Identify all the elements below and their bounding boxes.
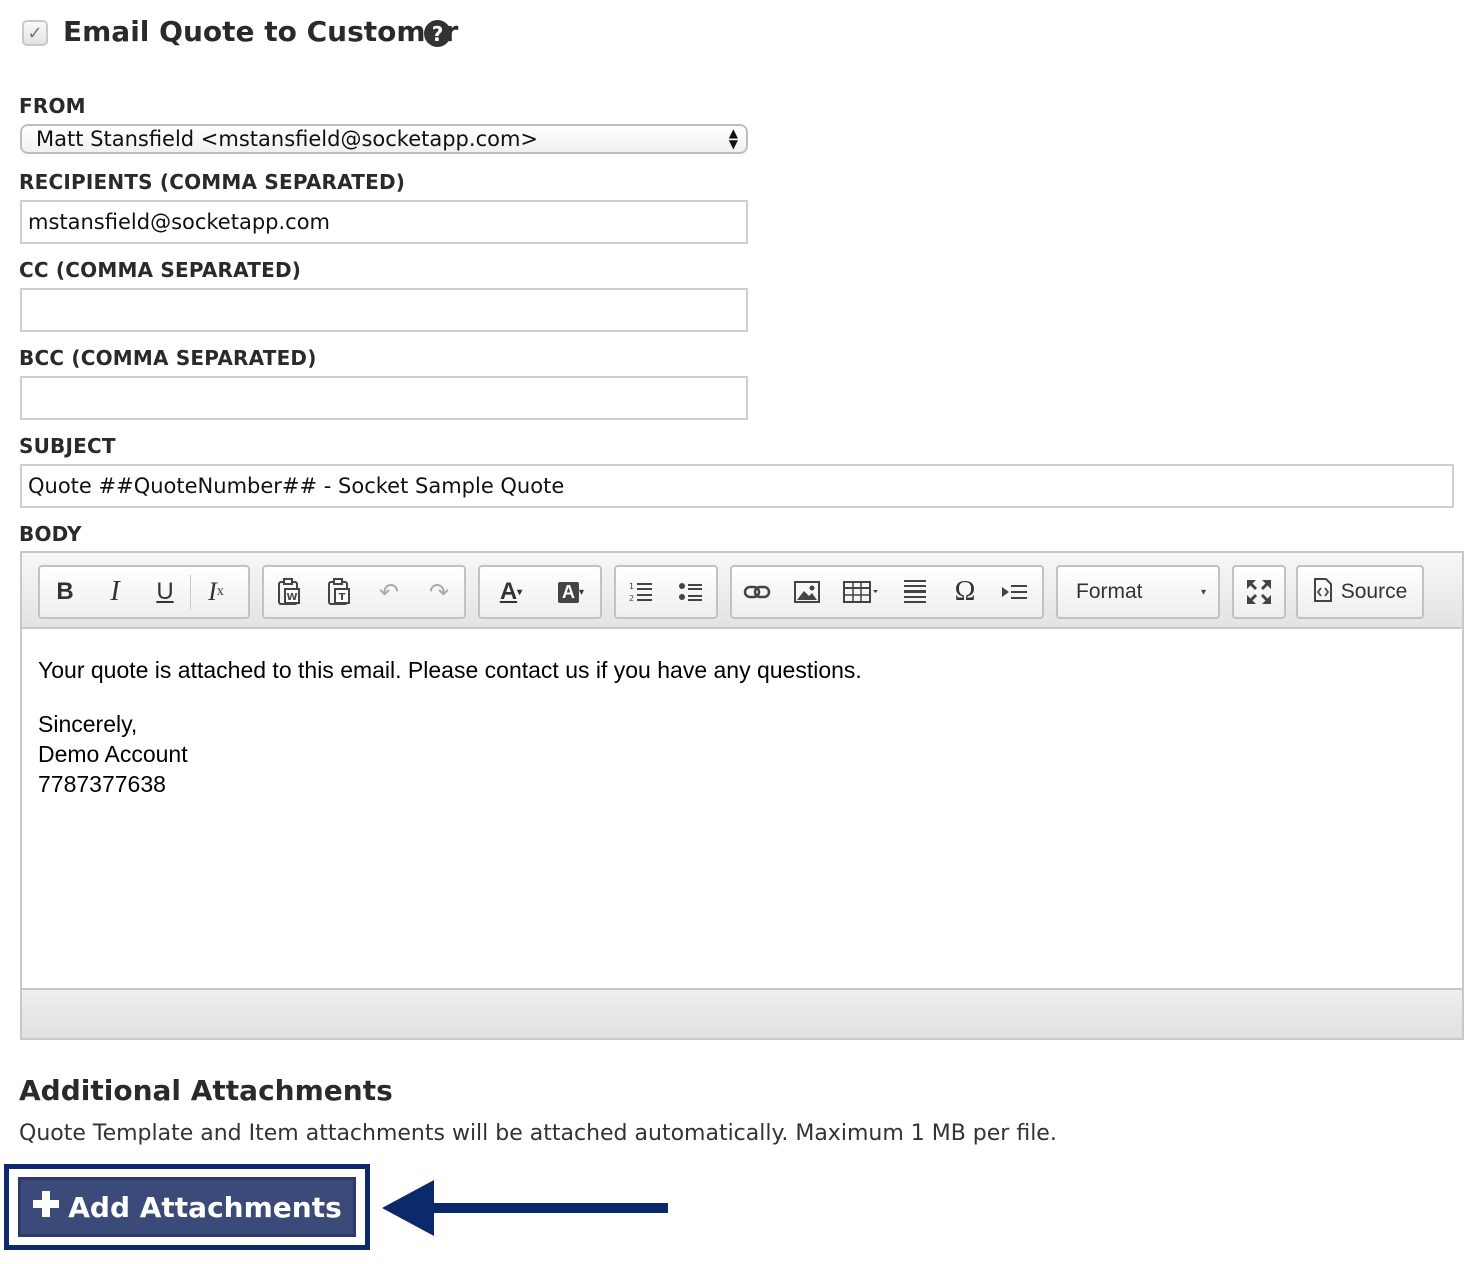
- body-label: BODY: [19, 522, 82, 546]
- svg-text:1: 1: [629, 582, 634, 591]
- select-arrows-icon: ▲ ▼: [728, 126, 738, 151]
- underline-icon[interactable]: U: [140, 567, 190, 617]
- attachments-title: Additional Attachments: [19, 1074, 393, 1107]
- editor-toolbar: B I U Ix W T ↶ ↷ A ▾ A ▾ 12 Ω Format ▾ S…: [22, 553, 1462, 629]
- cc-input[interactable]: [20, 288, 748, 332]
- text-color-icon[interactable]: A ▾: [480, 567, 542, 617]
- undo-icon[interactable]: ↶: [364, 567, 414, 617]
- remove-format-icon[interactable]: Ix: [191, 567, 241, 617]
- svg-text:T: T: [339, 592, 346, 603]
- background-color-icon[interactable]: A ▾: [542, 567, 600, 617]
- source-button-label: Source: [1340, 580, 1408, 603]
- source-button[interactable]: Source: [1296, 565, 1424, 619]
- rich-text-editor: B I U Ix W T ↶ ↷ A ▾ A ▾ 12 Ω Format ▾ S…: [20, 551, 1464, 1040]
- recipients-label: RECIPIENTS (COMMA SEPARATED): [19, 170, 406, 194]
- bulleted-list-icon[interactable]: [666, 567, 716, 617]
- table-icon[interactable]: [832, 567, 890, 617]
- add-attachments-label: Add Attachments: [68, 1190, 342, 1224]
- special-character-icon[interactable]: Ω: [940, 567, 990, 617]
- source-icon: [1313, 578, 1333, 606]
- editor-content[interactable]: Your quote is attached to this email. Pl…: [38, 655, 862, 799]
- italic-icon[interactable]: I: [90, 567, 140, 617]
- redo-icon[interactable]: ↷: [414, 567, 464, 617]
- format-dropdown[interactable]: Format ▾: [1056, 565, 1220, 619]
- bcc-label: BCC (COMMA SEPARATED): [19, 346, 317, 370]
- check-icon: ✓: [27, 22, 43, 44]
- paste-from-word-icon[interactable]: W: [264, 567, 314, 617]
- plus-icon: [32, 1190, 60, 1225]
- subject-label: SUBJECT: [19, 434, 116, 458]
- horizontal-line-icon[interactable]: [890, 567, 940, 617]
- maximize-icon[interactable]: [1234, 567, 1284, 617]
- toolbar-group-colors: A ▾ A ▾: [478, 565, 602, 619]
- toolbar-group-maximize: [1232, 565, 1286, 619]
- format-dropdown-label: Format: [1076, 580, 1143, 603]
- from-select[interactable]: Matt Stansfield <mstansfield@socketapp.c…: [20, 124, 748, 154]
- body-line-3: Demo Account: [38, 741, 188, 767]
- recipients-input[interactable]: mstansfield@socketapp.com: [20, 200, 748, 244]
- bcc-input[interactable]: [20, 376, 748, 420]
- body-line-1: Your quote is attached to this email. Pl…: [38, 657, 862, 683]
- arrow-left-icon: [382, 1178, 672, 1242]
- svg-text:2: 2: [629, 594, 634, 603]
- section-title: Email Quote to Customer: [63, 15, 459, 48]
- numbered-list-icon[interactable]: 12: [616, 567, 666, 617]
- link-icon[interactable]: [732, 567, 782, 617]
- indent-icon[interactable]: [990, 567, 1040, 617]
- add-attachments-button[interactable]: Add Attachments: [18, 1177, 356, 1237]
- from-label: FROM: [19, 94, 86, 118]
- attachments-description: Quote Template and Item attachments will…: [19, 1121, 1057, 1146]
- toolbar-group-basicstyles: B I U Ix: [38, 565, 250, 619]
- from-select-value: Matt Stansfield <mstansfield@socketapp.c…: [36, 127, 539, 151]
- paste-as-text-icon[interactable]: T: [314, 567, 364, 617]
- cc-label: CC (COMMA SEPARATED): [19, 258, 302, 282]
- editor-footer: [22, 988, 1462, 1038]
- toolbar-group-insert: Ω: [730, 565, 1044, 619]
- body-line-4: 7787377638: [38, 771, 166, 797]
- toolbar-group-clipboard: W T ↶ ↷: [262, 565, 466, 619]
- help-icon[interactable]: ?: [424, 20, 451, 47]
- subject-input[interactable]: Quote ##QuoteNumber## - Socket Sample Qu…: [20, 464, 1454, 508]
- email-quote-checkbox[interactable]: ✓: [22, 20, 48, 46]
- svg-text:W: W: [286, 592, 297, 603]
- body-line-2: Sincerely,: [38, 711, 138, 737]
- image-icon[interactable]: [782, 567, 832, 617]
- chevron-down-icon: ▾: [1200, 586, 1206, 598]
- bold-icon[interactable]: B: [40, 567, 90, 617]
- toolbar-group-lists: 12: [614, 565, 718, 619]
